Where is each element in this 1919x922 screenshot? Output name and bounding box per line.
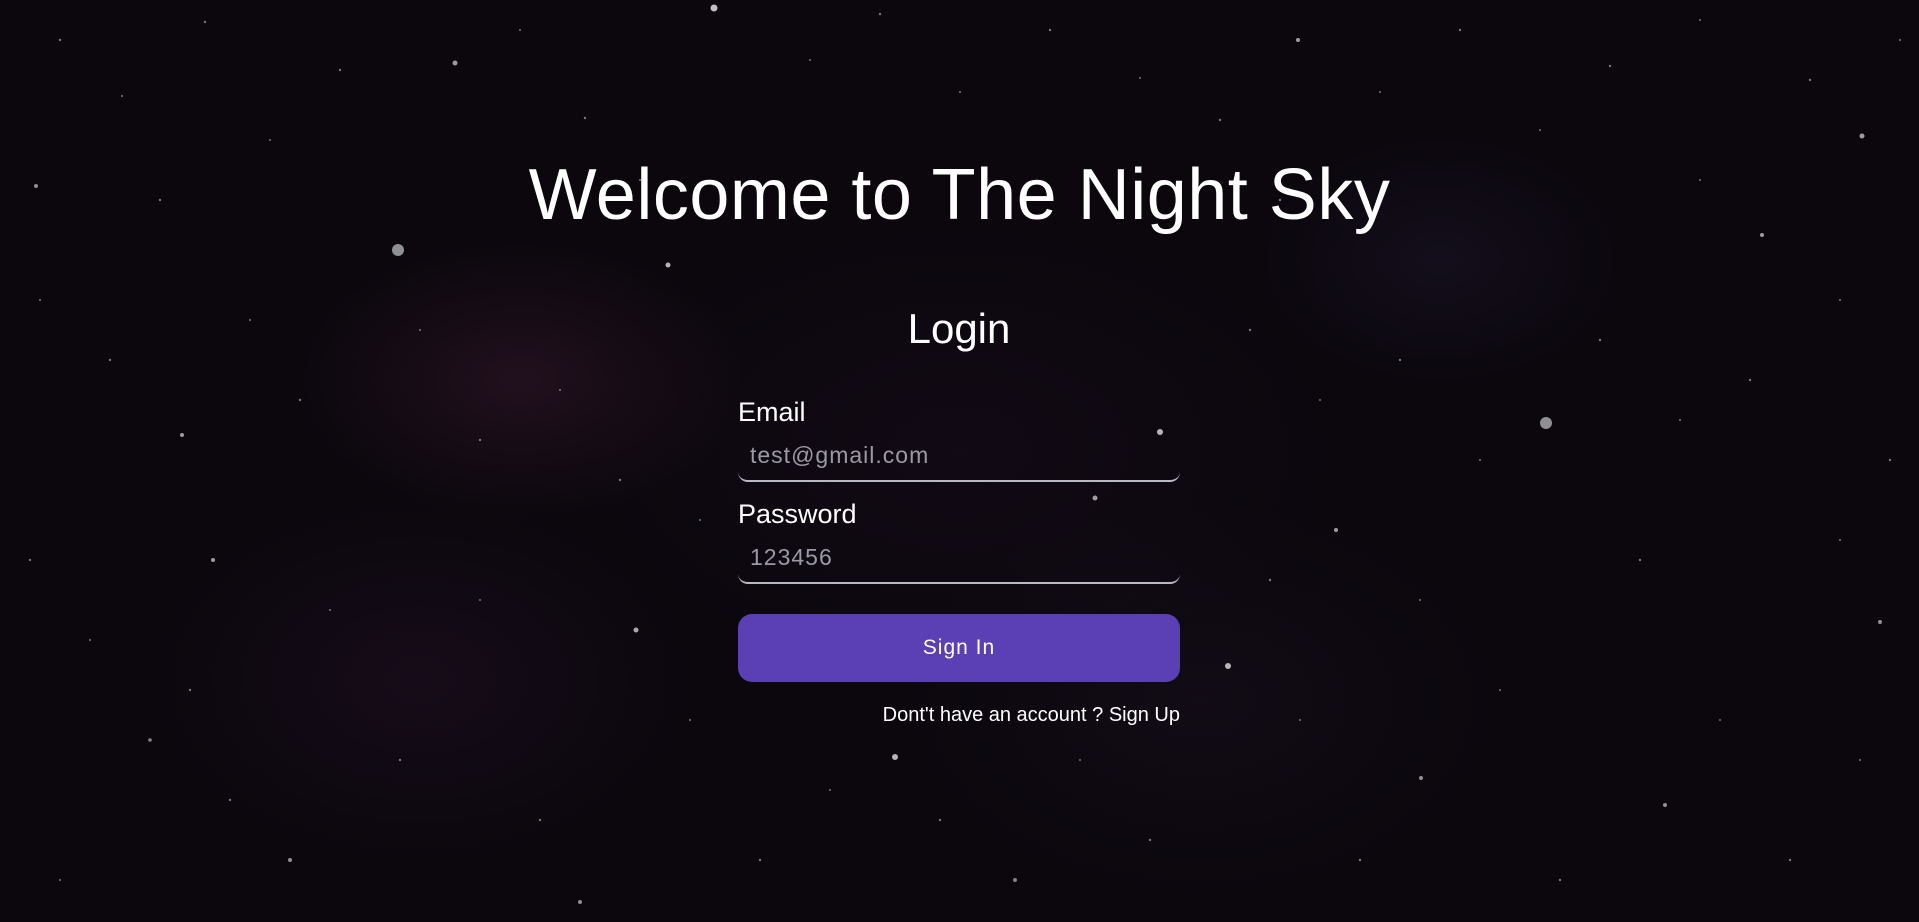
signup-prompt: Dont't have an account ? xyxy=(882,704,1104,726)
sign-up-link[interactable]: Sign Up xyxy=(1109,704,1180,726)
password-input[interactable] xyxy=(738,532,1180,584)
login-form: Login Email Password Sign In Dont't have… xyxy=(738,300,1180,728)
password-label: Password xyxy=(738,499,857,529)
email-label: Email xyxy=(738,397,806,427)
sign-in-button[interactable]: Sign In xyxy=(738,614,1180,682)
page-title: Welcome to The Night Sky xyxy=(528,155,1391,235)
signup-row: Dont't have an account ? Sign Up xyxy=(738,702,1180,728)
login-heading: Login xyxy=(907,305,1011,352)
email-input[interactable] xyxy=(738,430,1180,482)
